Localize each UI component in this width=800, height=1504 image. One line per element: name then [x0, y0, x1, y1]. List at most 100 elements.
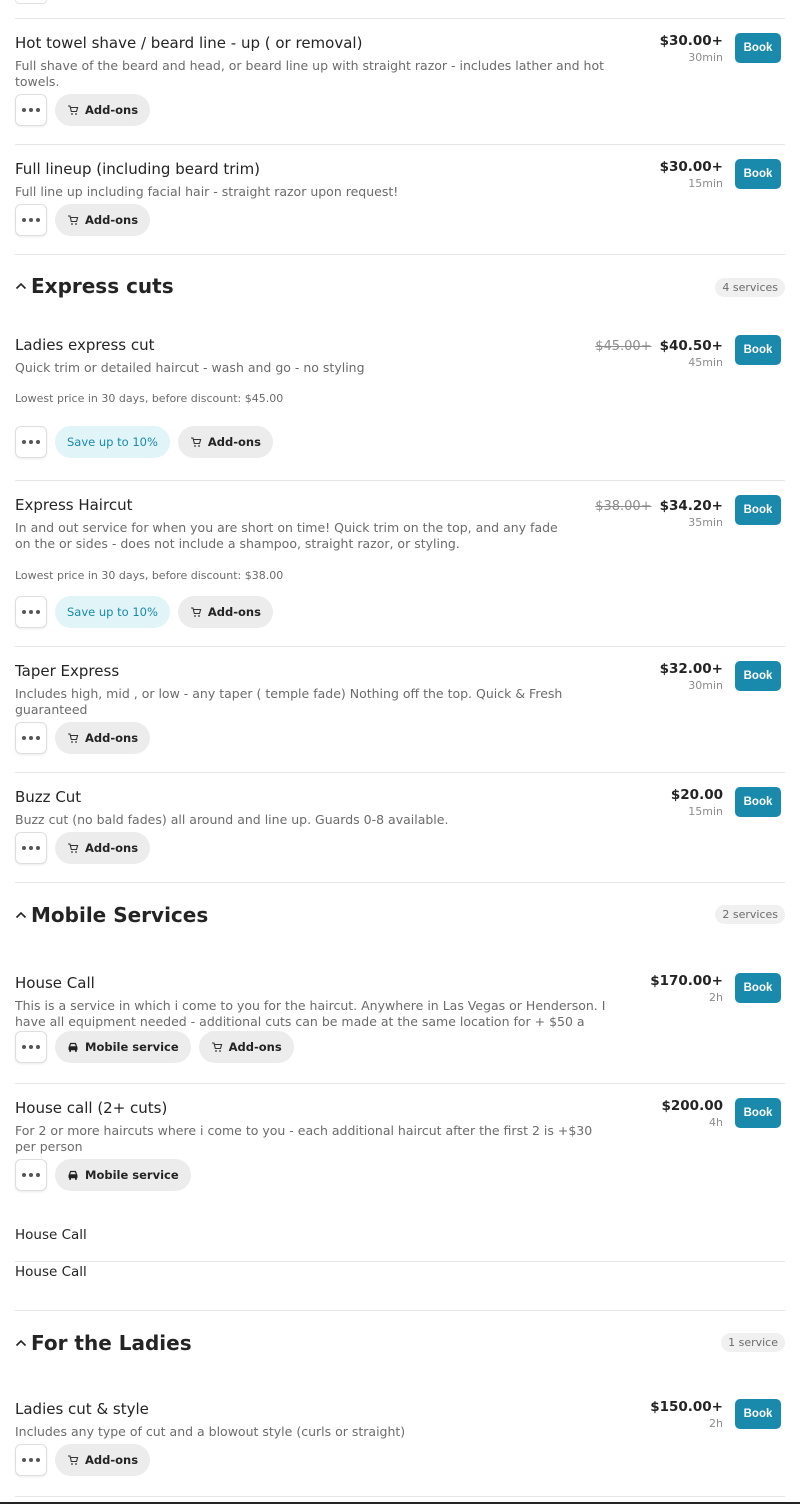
service-name: Full lineup (including beard trim) [15, 160, 261, 178]
mobile-service-badge: Mobile service [55, 1031, 191, 1063]
service-item: Ladies express cut Quick trim or detaile… [15, 327, 785, 481]
category-header-mobile-services[interactable]: Mobile Services 2 services [15, 883, 785, 960]
service-item: Buzz Cut Buzz cut (no bald fades) all ar… [15, 773, 785, 883]
book-button[interactable]: Book [735, 495, 781, 525]
price-block: $20.00 15min [671, 787, 723, 818]
category-title-text: For the Ladies [31, 1331, 192, 1355]
category-header-for-the-ladies[interactable]: For the Ladies 1 service [15, 1311, 785, 1388]
service-item: Express Haircut In and out service for w… [15, 481, 785, 647]
book-button[interactable]: Book [735, 335, 781, 365]
price-block: $150.00+ 2h [650, 1399, 723, 1430]
service-duration: 2h [709, 991, 723, 1004]
original-price: $45.00+ [595, 339, 652, 354]
category-title-text: Mobile Services [31, 903, 209, 927]
service-name: Hot towel shave / beard line - up ( or r… [15, 34, 363, 52]
lowest-price-note: Lowest price in 30 days, before discount… [15, 392, 284, 405]
service-description: Full line up including facial hair - str… [15, 184, 399, 199]
service-description: Quick trim or detailed haircut - wash an… [15, 360, 365, 375]
service-group-label: House Call [15, 1264, 87, 1280]
price-block: $200.00 4h [662, 1098, 724, 1129]
book-button[interactable]: Book [735, 159, 781, 189]
more-dots-icon[interactable] [15, 722, 47, 754]
category-service-count: 1 service [721, 1333, 785, 1352]
price-block: $38.00+ $34.20+ 35min [595, 495, 723, 529]
book-button[interactable]: Book [735, 1098, 781, 1128]
category-service-count: 4 services [715, 278, 785, 297]
service-name: Buzz Cut [15, 788, 82, 806]
book-button[interactable]: Book [735, 33, 781, 63]
service-description: In and out service for when you are shor… [15, 520, 558, 551]
addons-button[interactable]: Add-ons [177, 426, 273, 458]
addons-button[interactable]: Add-ons [55, 204, 151, 236]
cart-icon [68, 105, 79, 115]
service-duration: 35min [688, 516, 723, 529]
category-title: Express cuts [15, 274, 174, 298]
previous-more-button-edge [15, 0, 47, 4]
addons-button[interactable]: Add-ons [198, 1031, 294, 1063]
service-duration: 45min [688, 356, 723, 369]
more-dots-icon[interactable] [15, 204, 47, 236]
more-dots-icon[interactable] [15, 596, 47, 628]
service-price: $200.00 [661, 1098, 724, 1114]
book-button[interactable]: Book [735, 787, 781, 817]
service-list: Hot towel shave / beard line - up ( or r… [15, 19, 785, 1497]
addons-label: Add-ons [85, 841, 139, 855]
service-description: Includes high, mid , or low - any taper … [15, 686, 563, 717]
more-dots-icon[interactable] [15, 1444, 47, 1476]
more-dots-icon[interactable] [15, 426, 47, 458]
service-price: $34.20+ [659, 498, 723, 514]
mobile-service-badge: Mobile service [55, 1159, 191, 1191]
addons-label: Add-ons [85, 103, 139, 117]
service-name: Express Haircut [15, 496, 133, 514]
service-duration: 4h [709, 1116, 723, 1129]
category-service-count: 2 services [715, 905, 785, 924]
cart-icon [211, 1042, 222, 1052]
service-description: Full shave of the beard and head, or bea… [15, 58, 605, 89]
more-dots-icon[interactable] [15, 832, 47, 864]
service-duration: 2h [709, 1417, 723, 1430]
addons-button[interactable]: Add-ons [55, 722, 151, 754]
service-description: This is a service in which i come to you… [15, 998, 615, 1030]
service-name: House call (2+ cuts) [15, 1099, 168, 1117]
service-duration: 30min [688, 679, 723, 692]
service-group-row[interactable]: House Call [15, 1227, 785, 1262]
service-price: $40.50+ [659, 338, 723, 354]
more-dots-icon[interactable] [15, 1159, 47, 1191]
more-dots-icon[interactable] [15, 1031, 47, 1063]
price-block: $170.00+ 2h [650, 973, 723, 1004]
service-actions: Mobile service Add-ons [15, 1031, 294, 1063]
addons-label: Add-ons [85, 731, 139, 745]
cart-icon [68, 733, 79, 743]
addons-button[interactable]: Add-ons [55, 94, 151, 126]
service-actions: Add-ons [15, 832, 151, 864]
category-header-express-cuts[interactable]: Express cuts 4 services [15, 255, 785, 327]
service-group-row[interactable]: House Call [15, 1262, 785, 1311]
addons-button[interactable]: Add-ons [55, 832, 151, 864]
price-block: $45.00+ $40.50+ 45min [595, 335, 723, 369]
book-button[interactable]: Book [735, 661, 781, 691]
cart-icon [68, 1455, 79, 1465]
book-button[interactable]: Book [735, 973, 781, 1003]
addons-button[interactable]: Add-ons [177, 596, 273, 628]
mobile-service-label: Mobile service [85, 1168, 179, 1182]
category-title-text: Express cuts [31, 274, 174, 298]
service-name: Ladies cut & style [15, 1400, 149, 1418]
service-duration: 30min [688, 51, 723, 64]
service-item: House call (2+ cuts) For 2 or more hairc… [15, 1084, 785, 1227]
service-actions: Save up to 10% Add-ons [15, 426, 273, 458]
service-price: $150.00+ [650, 1399, 723, 1415]
service-price: $170.00+ [650, 973, 723, 989]
book-button[interactable]: Book [735, 1399, 781, 1429]
more-dots-icon[interactable] [15, 94, 47, 126]
service-actions: Add-ons [15, 722, 151, 754]
price-block: $32.00+ 30min [660, 661, 723, 692]
service-name: Taper Express [15, 662, 120, 680]
addons-label: Add-ons [85, 1453, 139, 1467]
price-block: $30.00+ 30min [660, 33, 723, 64]
chevron-up-icon [15, 1339, 27, 1347]
cart-icon [68, 843, 79, 853]
chevron-up-icon [15, 282, 27, 290]
service-description: Buzz cut (no bald fades) all around and … [15, 812, 449, 827]
cart-icon [68, 215, 79, 225]
addons-button[interactable]: Add-ons [55, 1444, 151, 1476]
